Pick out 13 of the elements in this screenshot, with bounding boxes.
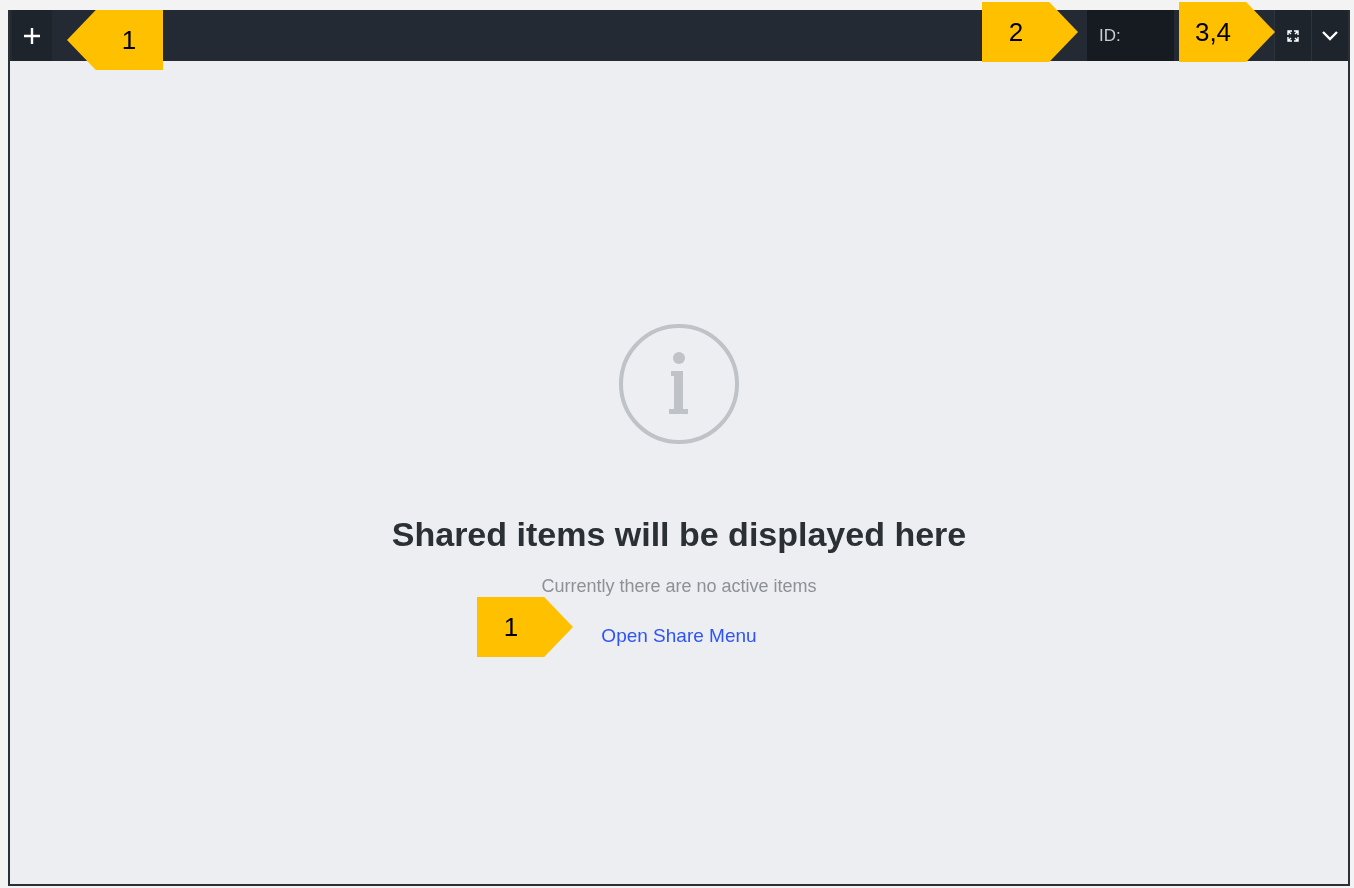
info-icon <box>618 323 740 445</box>
dropdown-button[interactable] <box>1311 10 1348 61</box>
fullscreen-button[interactable] <box>1274 10 1311 61</box>
chevron-down-icon <box>1321 30 1339 41</box>
plus-icon <box>23 26 41 45</box>
add-button[interactable] <box>12 10 52 61</box>
empty-state-title: Shared items will be displayed here <box>391 515 967 554</box>
empty-state-message: Currently there are no active items <box>541 576 817 597</box>
id-field[interactable]: ID: <box>1087 10 1174 61</box>
callout-marker: 2 <box>982 2 1078 62</box>
fullscreen-icon <box>1287 29 1299 42</box>
open-share-menu-link[interactable]: Open Share Menu <box>601 625 757 647</box>
callout-marker: 3,4 <box>1179 2 1275 62</box>
